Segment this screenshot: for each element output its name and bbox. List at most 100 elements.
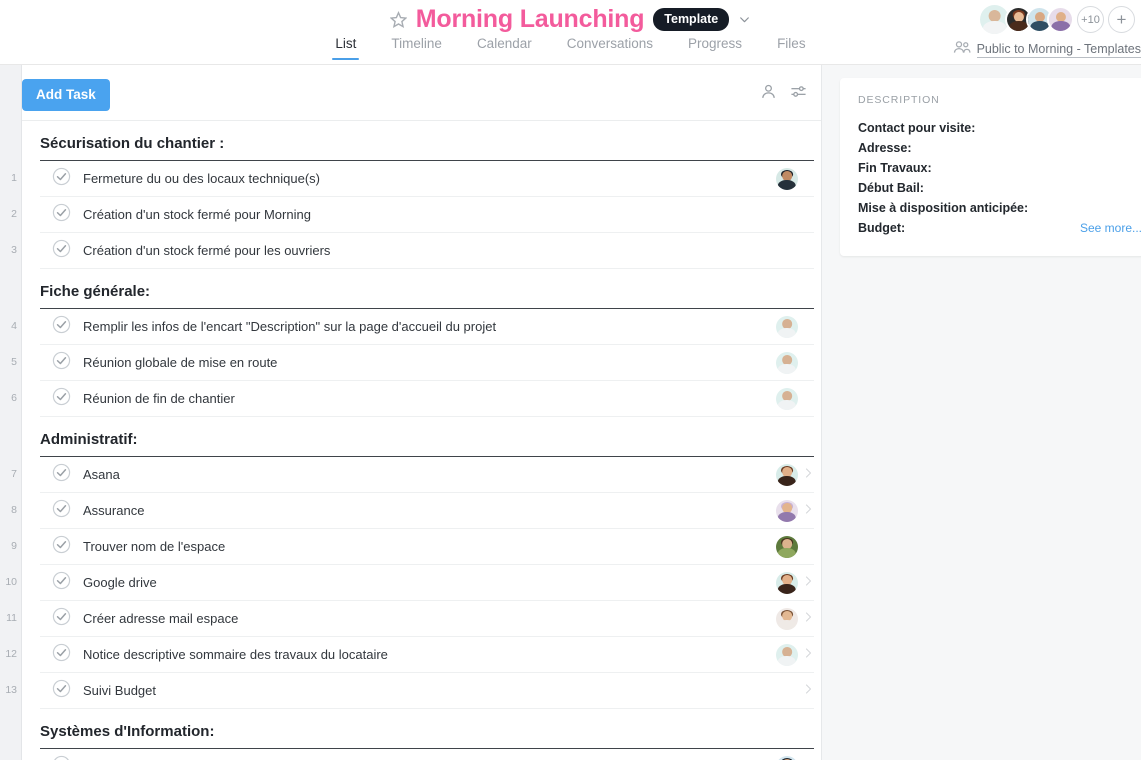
member-avatars: +10 + — [978, 3, 1135, 36]
template-badge[interactable]: Template — [653, 8, 729, 31]
table-row[interactable]: Création d'un stock fermé pour les ouvri… — [40, 233, 814, 269]
members-overflow-count[interactable]: +10 — [1077, 6, 1104, 33]
task-name: Suivi Budget — [83, 683, 776, 699]
description-line: Fin Travaux: — [858, 158, 1141, 178]
task-complete-icon[interactable] — [40, 315, 83, 339]
row-number: 7 — [0, 468, 17, 480]
row-number: 10 — [0, 576, 17, 588]
tab-progress[interactable]: Progress — [687, 36, 743, 60]
tab-calendar[interactable]: Calendar — [476, 36, 533, 60]
project-title-row: Morning Launching Template — [0, 4, 1141, 34]
description-line: Adresse: — [858, 138, 1141, 158]
task-complete-icon[interactable] — [40, 463, 83, 487]
task-list-panel: Add Task Sécurisat — [22, 65, 822, 760]
task-complete-icon[interactable] — [40, 167, 83, 191]
task-complete-icon[interactable] — [40, 755, 83, 760]
task-complete-icon[interactable] — [40, 679, 83, 703]
tab-files[interactable]: Files — [776, 36, 807, 60]
table-row[interactable]: Trouver nom de l'espace — [40, 529, 814, 565]
star-outline-icon[interactable] — [390, 11, 407, 28]
description-panel: DESCRIPTION Contact pour visite: Adresse… — [840, 78, 1141, 256]
task-name: Google drive — [83, 575, 776, 591]
avatar[interactable] — [776, 572, 798, 594]
see-more-link[interactable]: See more... — [1080, 221, 1141, 235]
page-title: Morning Launching — [416, 4, 645, 34]
section-header: Systèmes d'Information: — [40, 709, 814, 749]
task-name: Notice descriptive sommaire des travaux … — [83, 647, 776, 663]
row-number: 1 — [0, 172, 17, 184]
table-row[interactable]: Google drive — [40, 565, 814, 601]
person-icon[interactable] — [760, 83, 777, 100]
task-name: Création d'un stock fermé pour les ouvri… — [83, 243, 776, 259]
tab-timeline[interactable]: Timeline — [390, 36, 443, 60]
avatar[interactable] — [776, 536, 798, 558]
project-privacy-link[interactable]: Public to Morning - Templates — [977, 42, 1141, 58]
table-row[interactable]: Fermeture du ou des locaux technique(s) — [40, 161, 814, 197]
task-complete-icon[interactable] — [40, 571, 83, 595]
table-row[interactable]: Créer adresse mail espace — [40, 601, 814, 637]
sliders-icon[interactable] — [790, 83, 807, 100]
expand-task-chevron-icon[interactable] — [802, 466, 814, 484]
task-list: Sécurisation du chantier :Fermeture du o… — [22, 121, 821, 760]
table-row[interactable]: Assurance — [40, 493, 814, 529]
row-number: 12 — [0, 648, 17, 660]
expand-task-chevron-icon[interactable] — [802, 502, 814, 520]
avatar[interactable] — [776, 316, 798, 338]
expand-task-chevron-icon[interactable] — [802, 682, 814, 700]
task-name: Fermeture du ou des locaux technique(s) — [83, 171, 776, 187]
table-row[interactable]: Remplir les infos de l'encart "Descripti… — [40, 309, 814, 345]
description-line: Mise à disposition anticipée: — [858, 198, 1141, 218]
row-number: 13 — [0, 684, 17, 696]
table-row[interactable]: Asana — [40, 457, 814, 493]
row-number: 9 — [0, 540, 17, 552]
avatar[interactable] — [776, 352, 798, 374]
avatar[interactable] — [776, 756, 798, 760]
section-header: Fiche générale: — [40, 269, 814, 309]
avatar[interactable] — [776, 464, 798, 486]
table-row[interactable]: Réunion de fin de chantier — [40, 381, 814, 417]
description-line: Début Bail: — [858, 178, 1141, 198]
row-number: 11 — [0, 612, 17, 624]
table-row[interactable]: Réunion globale de mise en route — [40, 345, 814, 381]
task-complete-icon[interactable] — [40, 643, 83, 667]
table-row[interactable]: Suivi Budget — [40, 673, 814, 709]
table-row[interactable]: Notice descriptive sommaire des travaux … — [40, 637, 814, 673]
tab-conversations[interactable]: Conversations — [566, 36, 654, 60]
expand-task-chevron-icon[interactable] — [802, 574, 814, 592]
row-number: 4 — [0, 320, 17, 332]
add-member-button[interactable]: + — [1108, 6, 1135, 33]
asana-project-page: Morning Launching Template List Timeline… — [0, 0, 1141, 760]
avatar[interactable] — [1047, 6, 1074, 33]
task-complete-icon[interactable] — [40, 535, 83, 559]
people-icon — [953, 40, 971, 59]
task-name: Assurance — [83, 503, 776, 519]
task-name: Remplir les infos de l'encart "Descripti… — [83, 319, 776, 335]
task-complete-icon[interactable] — [40, 387, 83, 411]
avatar[interactable] — [776, 644, 798, 666]
expand-task-chevron-icon[interactable] — [802, 610, 814, 628]
expand-task-chevron-icon[interactable] — [802, 646, 814, 664]
table-row[interactable]: Création d'un stock fermé pour Morning — [40, 197, 814, 233]
task-name: Créer adresse mail espace — [83, 611, 776, 627]
add-task-button[interactable]: Add Task — [22, 79, 110, 111]
row-number: 2 — [0, 208, 17, 220]
list-toolbar: Add Task — [22, 65, 821, 121]
row-number-gutter: 1234567891011121314 — [0, 65, 22, 760]
description-budget-row: Budget: See more... — [858, 218, 1141, 238]
avatar[interactable] — [776, 388, 798, 410]
table-row[interactable]: Réseau - Lien WAN principal — [40, 749, 814, 760]
task-complete-icon[interactable] — [40, 607, 83, 631]
task-complete-icon[interactable] — [40, 351, 83, 375]
avatar[interactable] — [776, 168, 798, 190]
task-name: Réunion globale de mise en route — [83, 355, 776, 371]
avatar[interactable] — [776, 608, 798, 630]
task-name: Réunion de fin de chantier — [83, 391, 776, 407]
tab-list[interactable]: List — [334, 36, 357, 60]
chevron-down-icon[interactable] — [738, 13, 751, 26]
task-complete-icon[interactable] — [40, 203, 83, 227]
task-complete-icon[interactable] — [40, 239, 83, 263]
page-header: Morning Launching Template List Timeline… — [0, 0, 1141, 65]
task-complete-icon[interactable] — [40, 499, 83, 523]
avatar[interactable] — [776, 500, 798, 522]
task-name: Trouver nom de l'espace — [83, 539, 776, 555]
